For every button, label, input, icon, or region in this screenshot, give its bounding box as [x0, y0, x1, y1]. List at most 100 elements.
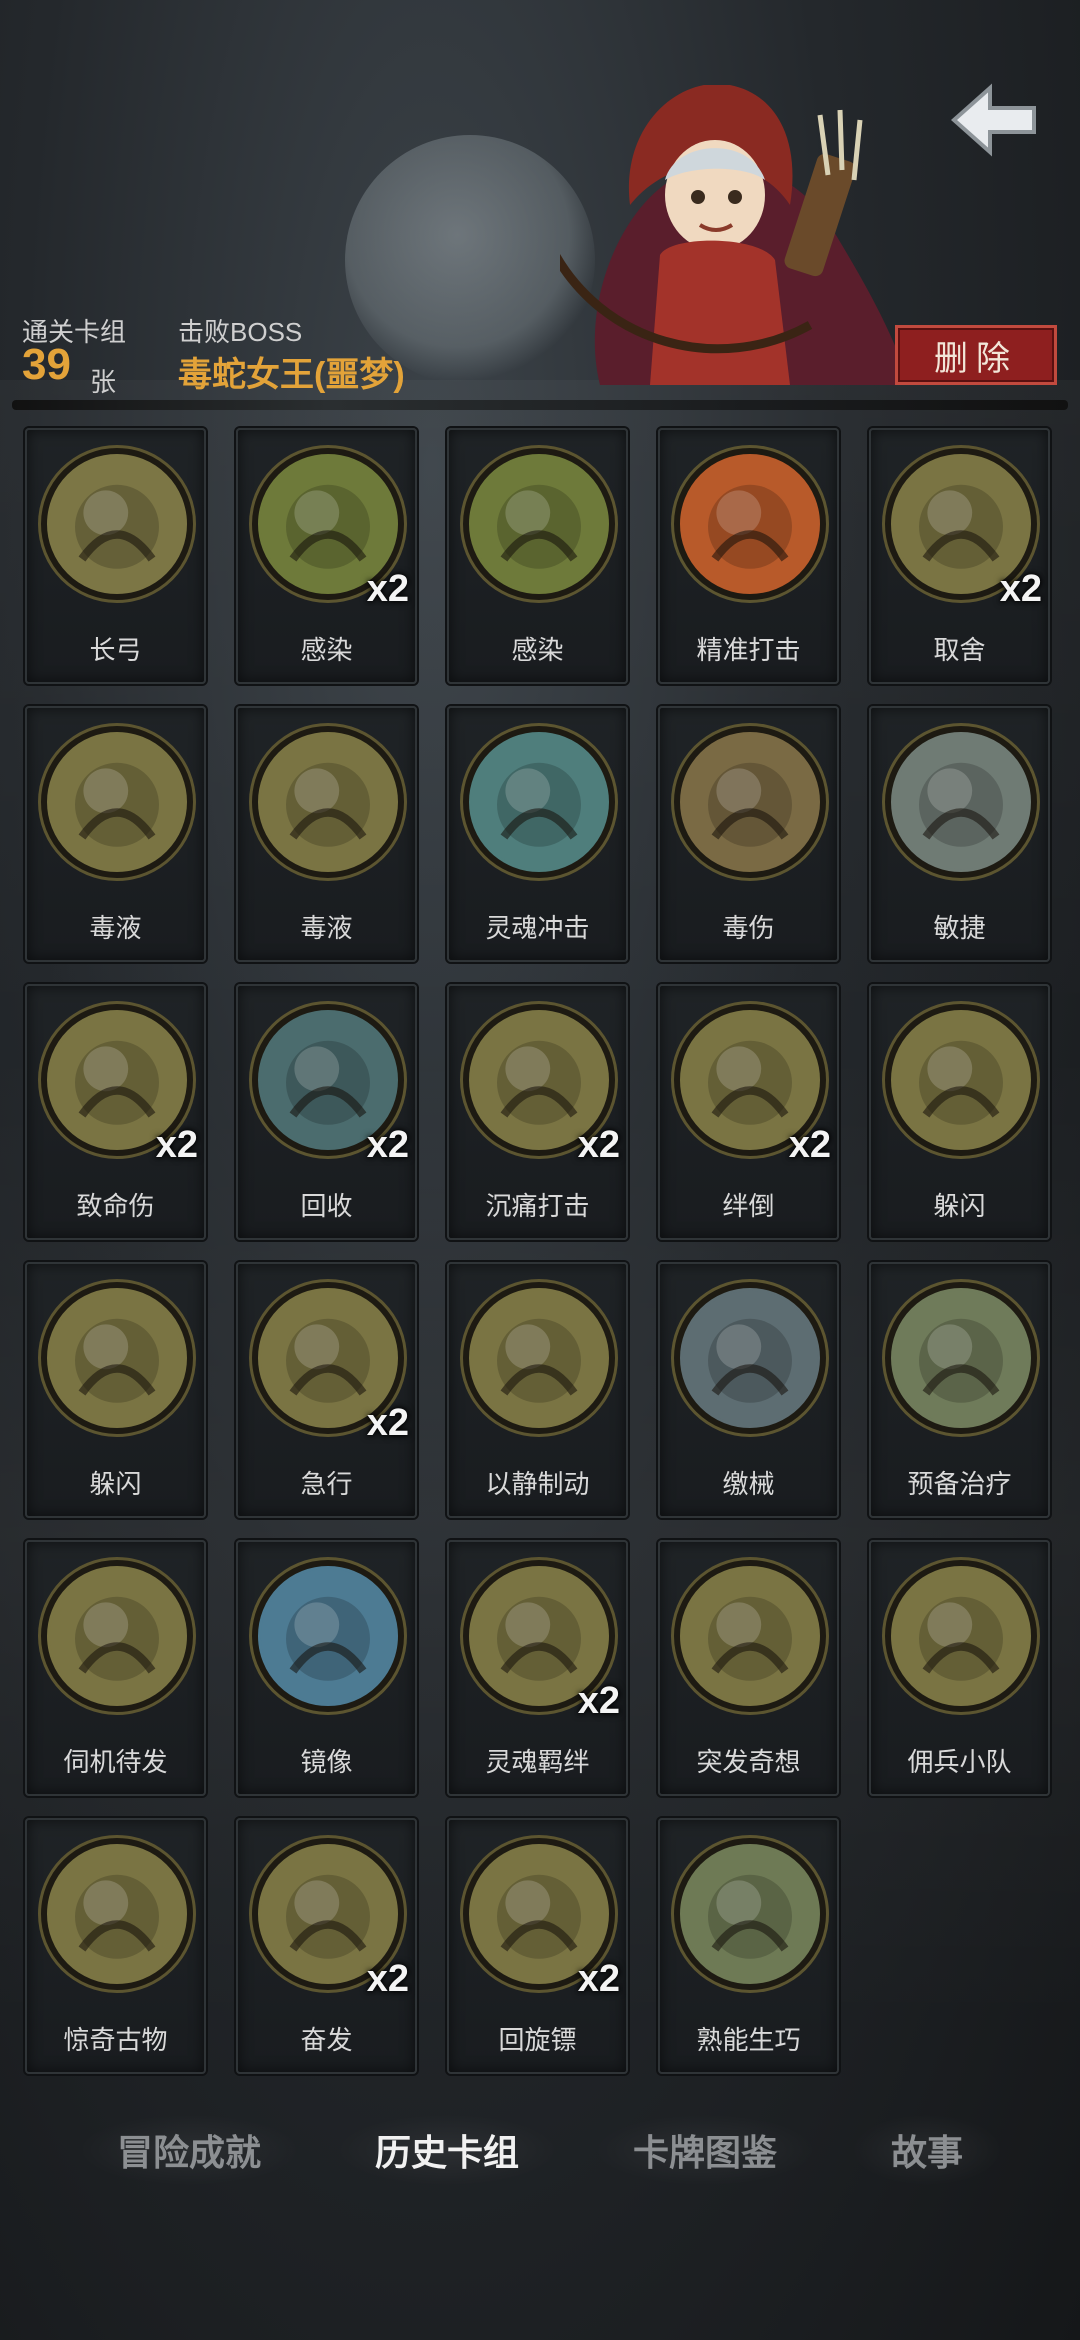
- deck-card[interactable]: 长弓: [25, 428, 206, 684]
- delete-button[interactable]: 删除: [895, 325, 1057, 385]
- mercenary-icon: [885, 1560, 1037, 1712]
- mirror-icon: [252, 1560, 404, 1712]
- deck-card[interactable]: 躲闪: [25, 1262, 206, 1518]
- card-count-badge: x2: [366, 1402, 409, 1444]
- card-count-badge: x2: [999, 568, 1042, 610]
- card-name: 灵魂羁绊: [485, 1747, 590, 1777]
- tab-history-decks[interactable]: 历史卡组: [334, 2114, 559, 2186]
- skull-icon: [463, 1282, 615, 1434]
- deck-card[interactable]: 精准打击: [658, 428, 839, 684]
- deck-card[interactable]: 缴械: [658, 1262, 839, 1518]
- deck-card[interactable]: x2 绊倒: [658, 984, 839, 1240]
- card-name: 镜像: [300, 1747, 353, 1777]
- card-name: 躲闪: [89, 1469, 142, 1499]
- card-count-badge: x2: [788, 1124, 831, 1166]
- card-name: 预备治疗: [907, 1469, 1012, 1499]
- dodge-icon: [885, 1004, 1037, 1156]
- card-name: 毒液: [300, 913, 353, 943]
- panther-icon: [885, 726, 1037, 878]
- card-name: 回收: [300, 1191, 353, 1221]
- card-name: 毒液: [89, 913, 142, 943]
- venom-icon: [252, 726, 404, 878]
- deck-card[interactable]: x2 灵魂羁绊: [447, 1540, 628, 1796]
- bottom-tab-bar: 冒险成就 历史卡组 卡牌图鉴 故事: [0, 2110, 1080, 2190]
- card-name: 沉痛打击: [485, 1191, 590, 1221]
- cleared-decks-count: 39: [22, 340, 71, 389]
- card-name: 绊倒: [722, 1191, 775, 1221]
- deck-card[interactable]: 毒伤: [658, 706, 839, 962]
- deck-card[interactable]: 毒液: [25, 706, 206, 962]
- card-name: 敏捷: [933, 913, 986, 943]
- deck-card[interactable]: x2 回收: [236, 984, 417, 1240]
- deck-card[interactable]: 佣兵小队: [869, 1540, 1050, 1796]
- card-count-badge: x2: [366, 568, 409, 610]
- deck-card[interactable]: x2 沉痛打击: [447, 984, 628, 1240]
- deck-card[interactable]: 毒液: [236, 706, 417, 962]
- card-name: 躲闪: [933, 1191, 986, 1221]
- deck-card[interactable]: 敏捷: [869, 706, 1050, 962]
- card-name: 奋发: [300, 2025, 353, 2055]
- card-name: 致命伤: [76, 1191, 155, 1221]
- card-count-badge: x2: [366, 1958, 409, 2000]
- card-count-badge: x2: [155, 1124, 198, 1166]
- cleared-decks-unit: 张: [90, 367, 117, 397]
- tab-achievements[interactable]: 冒险成就: [76, 2114, 301, 2186]
- deck-card[interactable]: x2 取舍: [869, 428, 1050, 684]
- card-name: 缴械: [722, 1469, 775, 1499]
- card-name: 取舍: [933, 635, 986, 665]
- soul-strike-icon: [463, 726, 615, 878]
- card-name: 感染: [511, 635, 564, 665]
- back-arrow-icon: [950, 83, 1036, 157]
- header-divider: [12, 400, 1068, 410]
- back-button[interactable]: [948, 80, 1040, 160]
- card-name: 惊奇古物: [63, 2025, 168, 2055]
- antique-icon: [41, 1838, 193, 1990]
- deck-card[interactable]: x2 回旋镖: [447, 1818, 628, 2074]
- deck-card[interactable]: 突发奇想: [658, 1540, 839, 1796]
- deck-card[interactable]: x2 急行: [236, 1262, 417, 1518]
- deck-card[interactable]: 伺机待发: [25, 1540, 206, 1796]
- deck-card[interactable]: 镜像: [236, 1540, 417, 1796]
- card-name: 以静制动: [485, 1469, 590, 1499]
- deck-card[interactable]: x2 感染: [236, 428, 417, 684]
- card-name: 突发奇想: [696, 1747, 801, 1777]
- tab-story[interactable]: 故事: [850, 2114, 1003, 2186]
- deck-card[interactable]: 感染: [447, 428, 628, 684]
- deck-card[interactable]: 熟能生巧: [658, 1818, 839, 2074]
- card-name: 灵魂冲击: [485, 913, 590, 943]
- deck-card-grid: 长弓 x2 感染 感染 精准打击 x2 取舍 毒液 毒液 灵魂冲击 毒伤 敏捷 x2 致命伤 x2 回收 x2 沉…: [25, 428, 1061, 2074]
- heart-heal-icon: [885, 1282, 1037, 1434]
- card-name: 精准打击: [696, 635, 801, 665]
- deck-card[interactable]: x2 致命伤: [25, 984, 206, 1240]
- card-name: 长弓: [89, 635, 142, 665]
- poison-wound-icon: [674, 726, 826, 878]
- longbow-icon: [41, 448, 193, 600]
- card-name: 急行: [300, 1469, 353, 1499]
- deck-card[interactable]: 惊奇古物: [25, 1818, 206, 2074]
- deck-card[interactable]: 预备治疗: [869, 1262, 1050, 1518]
- ambush-icon: [41, 1560, 193, 1712]
- deck-card[interactable]: x2 奋发: [236, 1818, 417, 2074]
- card-name: 佣兵小队: [907, 1747, 1012, 1777]
- target-icon: [674, 448, 826, 600]
- dodge-icon: [41, 1282, 193, 1434]
- card-name: 回旋镖: [498, 2025, 577, 2055]
- card-count-badge: x2: [577, 1680, 620, 1722]
- infection-icon: [463, 448, 615, 600]
- deck-card[interactable]: 躲闪: [869, 984, 1050, 1240]
- venom-icon: [41, 726, 193, 878]
- idea-icon: [674, 1560, 826, 1712]
- card-count-badge: x2: [577, 1958, 620, 2000]
- card-name: 毒伤: [722, 913, 775, 943]
- defeated-boss-label: 击败BOSS: [178, 317, 303, 347]
- card-count-badge: x2: [577, 1124, 620, 1166]
- hero-portrait: [330, 83, 940, 385]
- tab-card-collection[interactable]: 卡牌图鉴: [592, 2114, 817, 2186]
- practice-icon: [674, 1838, 826, 1990]
- card-name: 感染: [300, 635, 353, 665]
- defeated-boss-name: 毒蛇女王(噩梦): [178, 356, 405, 394]
- deck-card[interactable]: 灵魂冲击: [447, 706, 628, 962]
- card-name: 伺机待发: [63, 1747, 168, 1777]
- deck-card[interactable]: 以静制动: [447, 1262, 628, 1518]
- card-count-badge: x2: [366, 1124, 409, 1166]
